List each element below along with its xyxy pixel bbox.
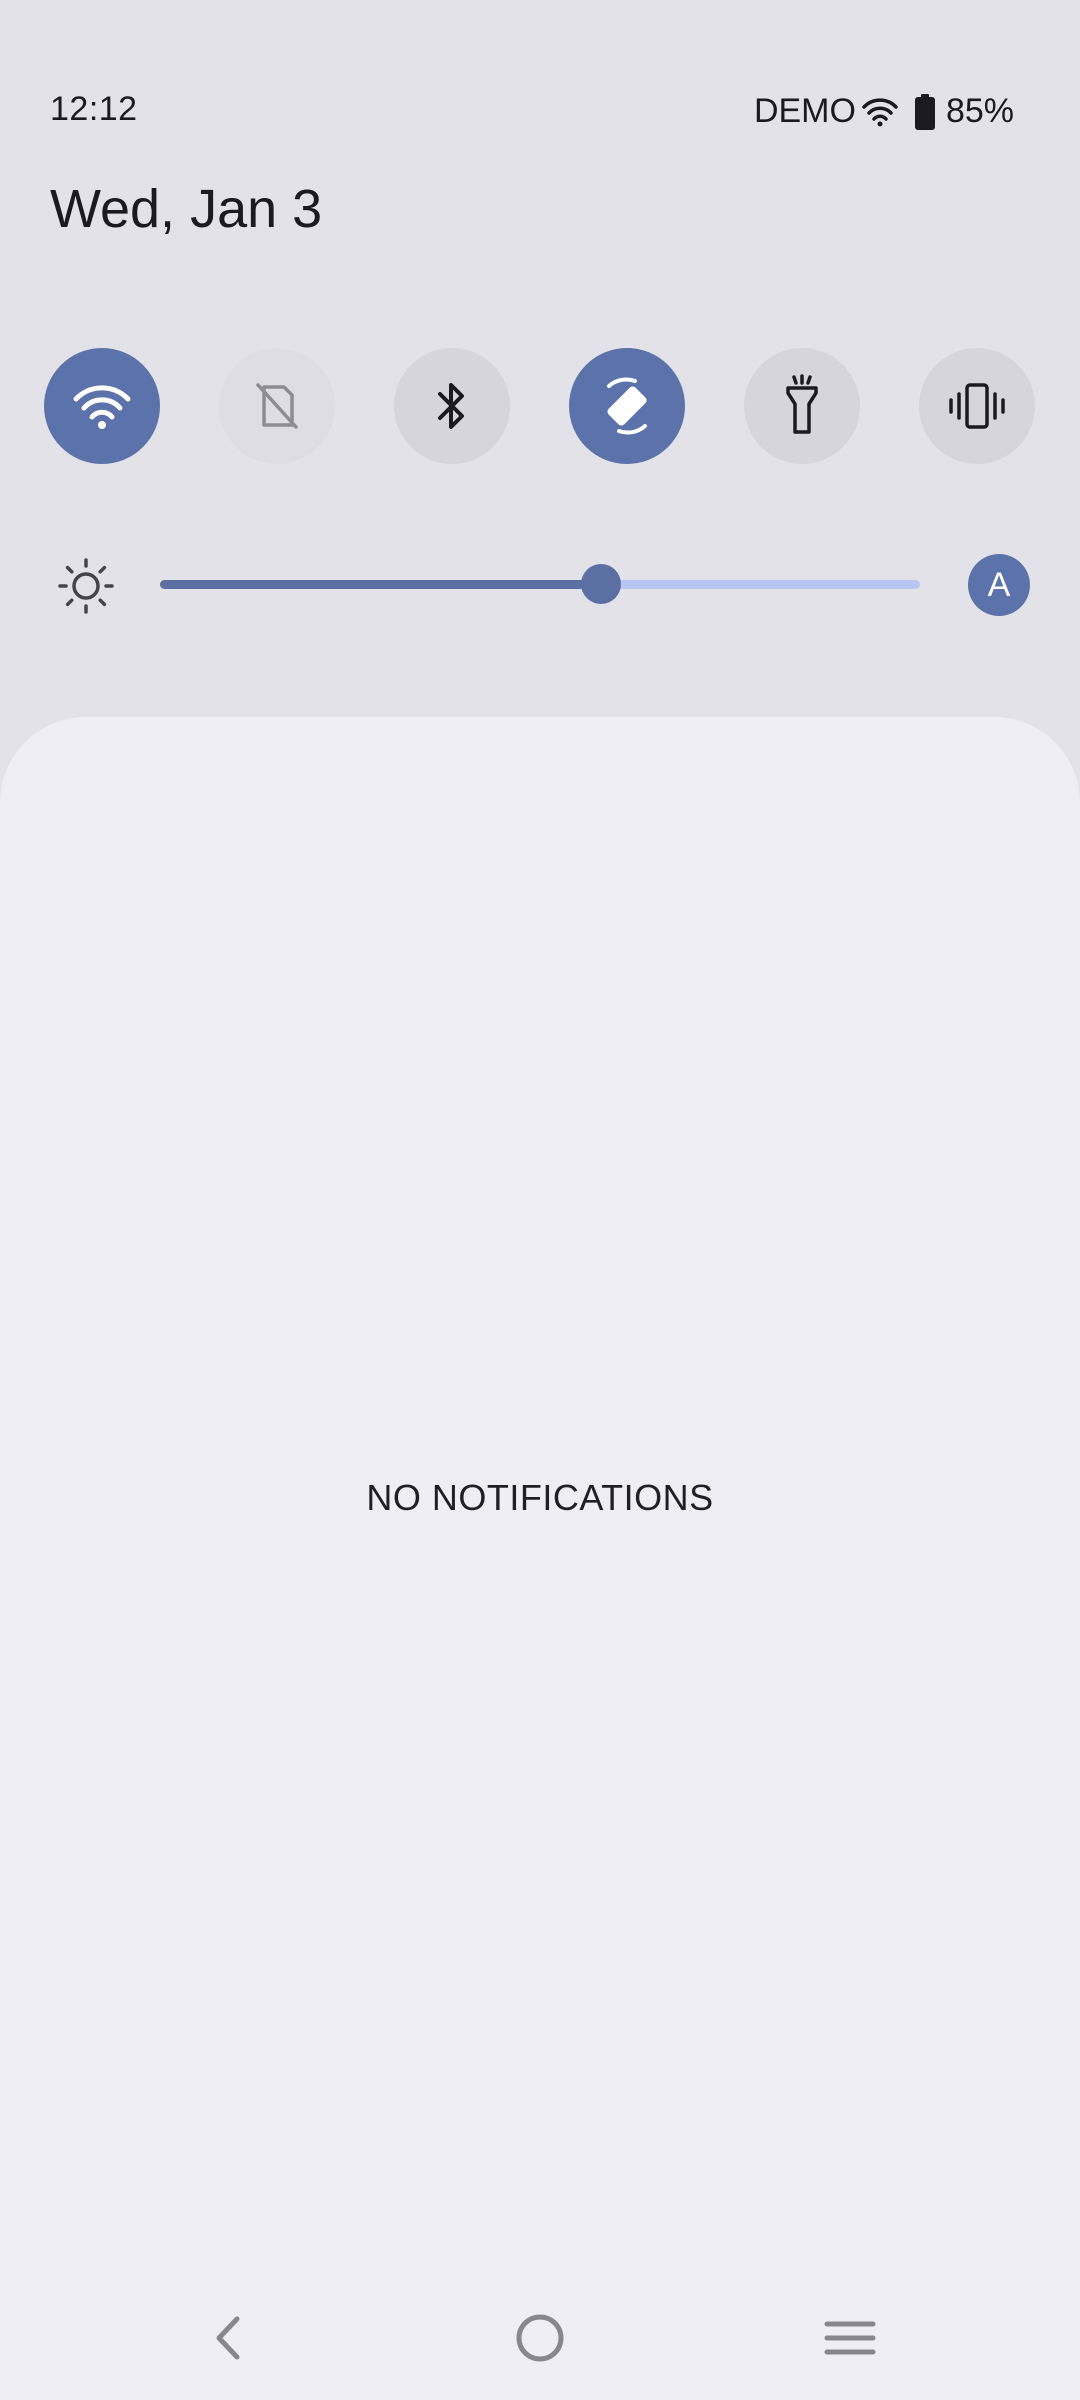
date-label[interactable]: Wed, Jan 3 — [50, 178, 322, 240]
quick-settings-tiles — [0, 348, 1080, 466]
screen-rotation-icon — [595, 374, 659, 438]
wifi-tile[interactable] — [44, 348, 160, 464]
home-button[interactable] — [490, 2290, 590, 2390]
recents-icon — [823, 2316, 877, 2365]
mobile-data-tile[interactable] — [219, 348, 335, 464]
bluetooth-icon — [432, 378, 472, 434]
brightness-icon — [56, 556, 116, 621]
carrier-label: DEMO — [753, 92, 856, 130]
back-icon — [207, 2313, 247, 2368]
wifi-icon — [862, 97, 898, 127]
brightness-slider-fill — [160, 580, 601, 589]
bluetooth-tile[interactable] — [394, 348, 510, 464]
wifi-icon — [72, 381, 132, 431]
back-button[interactable] — [177, 2290, 277, 2390]
no-sim-icon — [254, 381, 300, 431]
brightness-slider[interactable] — [160, 564, 920, 604]
clock: 12:12 — [50, 90, 138, 128]
auto-rotate-tile[interactable] — [569, 348, 685, 464]
battery-icon — [914, 93, 936, 130]
auto-brightness-button[interactable]: A — [968, 554, 1030, 616]
flashlight-tile[interactable] — [744, 348, 860, 464]
brightness-row: A — [0, 550, 1080, 620]
no-notifications-label: NO NOTIFICATIONS — [366, 1477, 714, 1518]
vibrate-tile[interactable] — [919, 348, 1035, 464]
notification-panel: NO NOTIFICATIONS — [0, 717, 1080, 2400]
status-icons: DEMO 85% — [754, 92, 1014, 131]
battery-percent: 85% — [945, 92, 1014, 130]
navigation-bar — [0, 2290, 1080, 2390]
brightness-slider-thumb[interactable] — [580, 564, 621, 604]
home-icon — [514, 2312, 566, 2369]
vibrate-icon — [945, 381, 1009, 431]
status-bar: 12:12 DEMO 85% — [0, 0, 1080, 170]
flashlight-icon — [780, 374, 824, 438]
recents-button[interactable] — [800, 2290, 900, 2390]
